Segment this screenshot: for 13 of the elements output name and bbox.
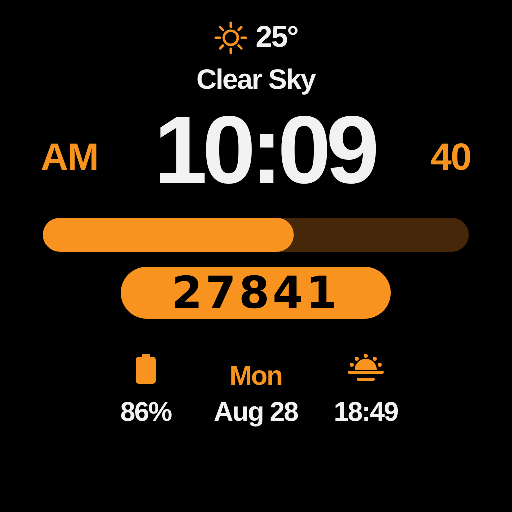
battery-level: 86% [120,397,172,428]
weekday: Mon [230,360,282,392]
sun-icon [214,21,248,55]
weather-condition: Clear Sky [196,64,316,96]
sunset-time: 18:49 [334,397,398,428]
clock-time: 10:09 [154,96,375,206]
battery-icon [136,354,156,384]
step-count: 27841 [121,267,391,319]
date: Aug 28 [214,397,298,428]
sunset-icon [348,354,384,384]
am-pm-indicator: AM [41,136,98,180]
seconds: 40 [430,136,471,180]
temperature: 25° [256,21,298,55]
